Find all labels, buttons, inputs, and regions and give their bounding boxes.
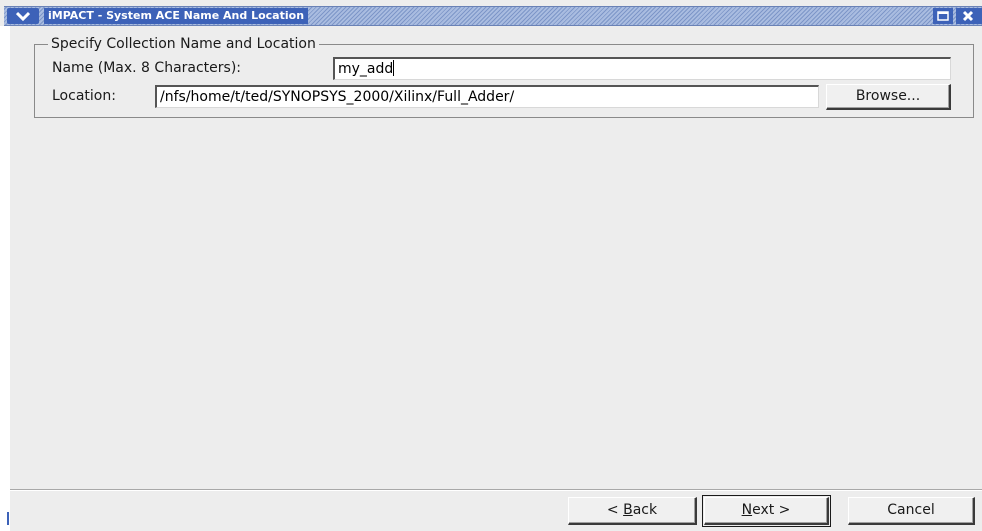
window-title: iMPACT - System ACE Name And Location <box>44 8 309 24</box>
next-button-mnemonic: N <box>741 502 753 518</box>
window-menu-button[interactable] <box>7 8 39 24</box>
name-input[interactable]: my_add <box>333 57 951 80</box>
next-button[interactable]: Next > <box>702 495 831 527</box>
close-icon <box>962 10 974 22</box>
location-label: Location: <box>52 88 116 104</box>
resize-corner-mark <box>7 512 9 525</box>
browse-button[interactable]: Browse... <box>826 84 951 110</box>
location-input[interactable]: /nfs/home/t/ted/SYNOPSYS_2000/Xilinx/Ful… <box>155 85 819 108</box>
maximize-icon <box>937 11 949 21</box>
title-bar[interactable]: iMPACT - System ACE Name And Location <box>4 6 982 26</box>
name-value: my_add <box>338 61 394 77</box>
name-label: Name (Max. 8 Characters): <box>52 60 242 76</box>
bottom-separator <box>10 489 982 491</box>
next-button-rest: ext > <box>752 502 791 518</box>
maximize-button[interactable] <box>933 8 953 24</box>
cancel-button[interactable]: Cancel <box>848 497 975 525</box>
close-button[interactable] <box>956 8 982 24</box>
back-button[interactable]: < Back <box>568 497 697 525</box>
back-button-mnemonic: B <box>623 502 633 518</box>
chevron-down-icon <box>16 11 30 21</box>
back-button-prefix: < <box>606 502 624 518</box>
groupbox-legend: Specify Collection Name and Location <box>48 36 319 52</box>
location-value: /nfs/home/t/ted/SYNOPSYS_2000/Xilinx/Ful… <box>160 89 515 105</box>
dialog-window: iMPACT - System ACE Name And Location Sp… <box>0 0 982 531</box>
back-button-rest: ack <box>632 502 658 518</box>
text-caret <box>393 60 395 76</box>
window-left-edge <box>0 26 10 531</box>
